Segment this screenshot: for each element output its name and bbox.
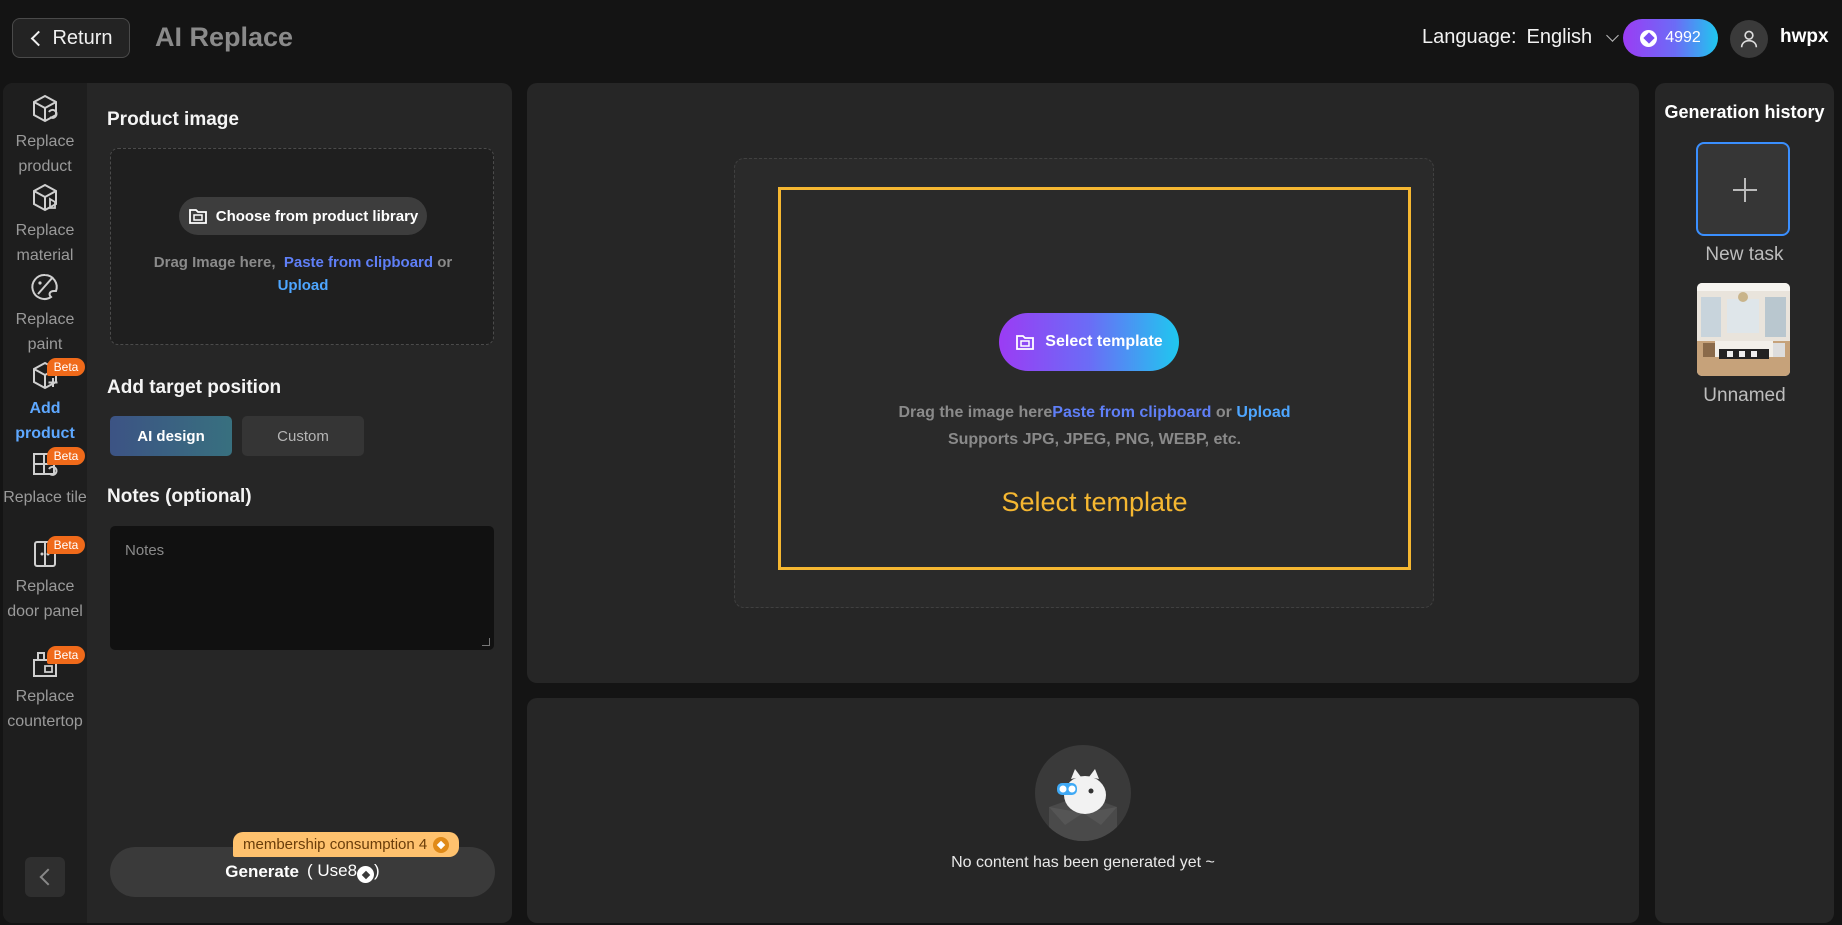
notes-input[interactable]	[110, 526, 494, 650]
tool-label: Replace door panel	[7, 578, 83, 620]
generate-cost-text: ( Use8	[306, 860, 358, 880]
template-canvas-panel: Select template Drag the image herePaste…	[527, 83, 1639, 683]
membership-text: membership consumption 4	[243, 836, 428, 853]
tool-label: Replace tile	[3, 489, 87, 506]
credit-coin-icon	[357, 866, 375, 884]
credits-badge[interactable]: 4992	[1623, 19, 1718, 57]
tool-replace-material[interactable]: Replace material	[3, 182, 87, 268]
tool-label: Replace product	[15, 133, 75, 175]
template-hint: Drag the image herePaste from clipboard …	[781, 399, 1408, 453]
generate-cost: ( Use8)	[307, 861, 380, 884]
page-title: AI Replace	[155, 22, 294, 52]
robot-box-icon	[1049, 769, 1117, 841]
tool-label: Replace countertop	[7, 688, 83, 730]
tool-replace-tile[interactable]: Beta Replace tile	[3, 447, 87, 510]
room-thumbnail-image	[1697, 283, 1790, 376]
chevron-down-icon	[1606, 28, 1620, 42]
template-frame-label: Select template	[1001, 487, 1188, 517]
history-item-thumbnail[interactable]	[1697, 283, 1790, 376]
user-avatar[interactable]	[1730, 20, 1768, 58]
paste-clipboard-link[interactable]: Paste from clipboard	[1052, 404, 1211, 421]
drag-text: Drag the image here	[898, 404, 1053, 421]
drag-text: Drag Image here,	[153, 254, 276, 271]
select-template-label: Select template	[1045, 333, 1163, 350]
resize-grip-icon[interactable]	[482, 638, 490, 646]
new-task-label: New task	[1705, 244, 1784, 265]
return-button[interactable]: Return	[12, 18, 130, 58]
replace-product-icon	[33, 94, 58, 123]
result-panel: No content has been generated yet ~	[527, 698, 1639, 923]
chevron-left-icon	[31, 30, 47, 46]
credits-value: 4992	[1665, 29, 1701, 46]
user-icon	[1740, 30, 1758, 48]
or-text: or	[437, 254, 453, 271]
ai-design-option[interactable]: AI design	[110, 416, 232, 456]
supported-formats: Supports JPG, JPEG, PNG, WEBP, etc.	[947, 431, 1242, 448]
tool-replace-paint[interactable]: Replace paint	[3, 271, 87, 357]
language-selector[interactable]: Language: English	[1422, 26, 1620, 49]
choose-library-button[interactable]: Choose from product library	[179, 197, 427, 235]
language-label: Language:	[1422, 26, 1517, 48]
beta-badge: Beta	[47, 536, 85, 554]
custom-option[interactable]: Custom	[242, 416, 364, 456]
tool-add-product[interactable]: Beta Add product	[3, 358, 87, 446]
credit-coin-icon	[433, 836, 450, 853]
tool-rail: Replace product Replace material Replace…	[3, 83, 87, 923]
history-item-label: Unnamed	[1703, 385, 1786, 406]
target-position-title: Add target position	[107, 377, 282, 398]
membership-tag: membership consumption 4	[233, 832, 460, 857]
product-image-dropzone[interactable]: Choose from product library Drag Image h…	[110, 148, 494, 345]
upload-link[interactable]: Upload	[1236, 404, 1290, 421]
folder-icon	[1016, 335, 1035, 350]
beta-badge: Beta	[47, 646, 85, 664]
or-text: or	[1215, 404, 1232, 421]
template-dropzone[interactable]: Select template Drag the image herePaste…	[734, 158, 1434, 608]
folder-icon	[188, 209, 207, 224]
left-panel: Replace product Replace material Replace…	[3, 83, 512, 923]
generate-label: Generate	[225, 862, 299, 881]
tool-replace-door-panel[interactable]: Beta Replace door panel	[3, 536, 87, 624]
tool-label: Replace paint	[15, 311, 75, 353]
tool-replace-countertop[interactable]: Beta Replace countertop	[3, 646, 87, 734]
history-panel: Generation history New task Unnamed	[1655, 83, 1834, 923]
product-image-title: Product image	[107, 109, 239, 130]
tool-label: Replace material	[15, 222, 75, 264]
replace-material-icon	[33, 183, 57, 212]
tool-replace-product[interactable]: Replace product	[3, 93, 87, 179]
upload-link[interactable]: Upload	[278, 277, 329, 294]
credit-coin-icon	[1640, 29, 1658, 47]
select-template-button[interactable]: Select template	[999, 313, 1179, 371]
tool-label: Add product	[15, 400, 75, 442]
language-value: English	[1526, 26, 1593, 48]
library-button-label: Choose from product library	[215, 207, 419, 225]
replace-paint-icon	[31, 273, 58, 300]
notes-title: Notes (optional)	[107, 486, 252, 507]
collapse-sidebar-button[interactable]	[25, 857, 65, 897]
template-frame[interactable]: Select template Drag the image herePaste…	[778, 187, 1411, 570]
new-task-button[interactable]	[1696, 142, 1790, 236]
beta-badge: Beta	[47, 358, 85, 376]
empty-state-illustration	[1035, 745, 1131, 841]
paste-clipboard-link[interactable]: Paste from clipboard	[284, 254, 433, 271]
username: hwpx	[1780, 26, 1829, 47]
chevron-left-icon	[39, 868, 56, 886]
empty-state-text: No content has been generated yet ~	[951, 854, 1215, 871]
drop-hint: Drag Image here, Paste from clipboard or…	[121, 251, 485, 297]
history-title: Generation history	[1664, 102, 1825, 122]
top-bar: Return AI Replace Language: English 4992…	[0, 0, 1842, 80]
generate-cost-close: )	[374, 860, 380, 880]
return-label: Return	[52, 26, 113, 49]
beta-badge: Beta	[47, 447, 85, 465]
